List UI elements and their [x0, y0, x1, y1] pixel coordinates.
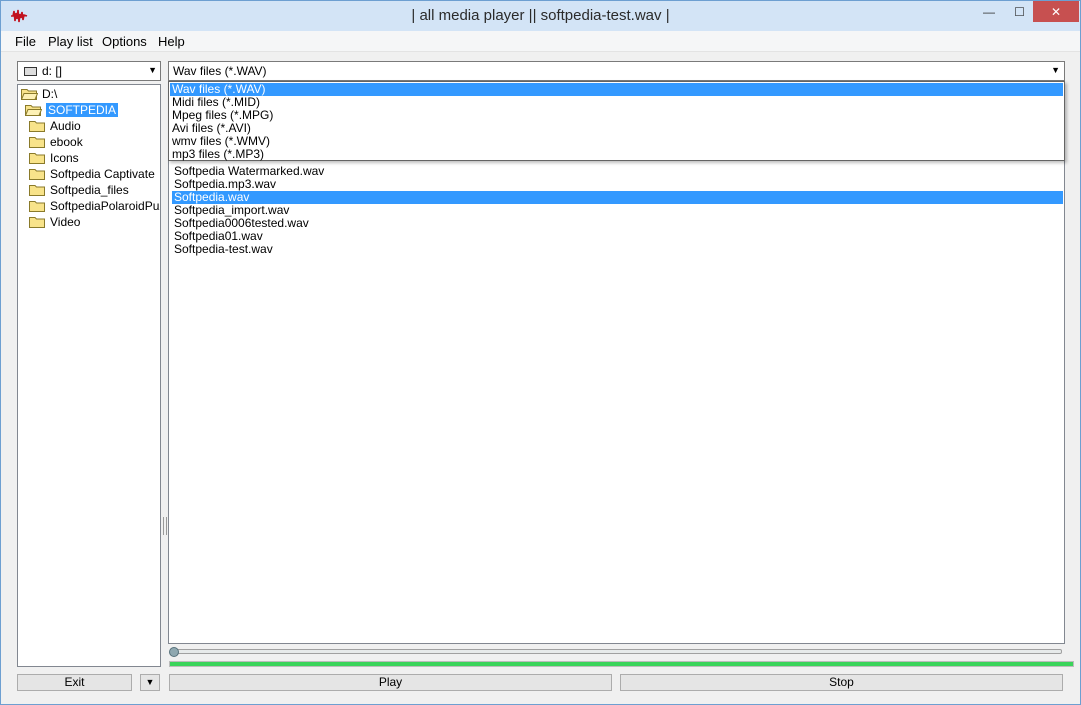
file-type-option[interactable]: mp3 files (*.MP3) [170, 148, 1063, 161]
folder-icon [29, 169, 45, 180]
close-button[interactable]: ✕ [1033, 1, 1079, 22]
folder-open-icon [21, 89, 38, 100]
folder-icon [29, 201, 45, 212]
progress-bar [169, 661, 1074, 667]
tree-item-label: D:\ [42, 87, 58, 101]
menu-file[interactable]: File [15, 34, 36, 49]
file-type-option[interactable]: Avi files (*.AVI) [170, 122, 1063, 135]
window-title: | all media player || softpedia-test.wav… [411, 7, 670, 24]
tree-item-label: Video [50, 215, 81, 229]
folder-icon [29, 153, 45, 164]
play-button[interactable]: Play [169, 674, 612, 691]
seek-thumb[interactable] [169, 647, 179, 657]
file-row[interactable]: Softpedia01.wav [172, 230, 1063, 243]
file-type-option[interactable]: Wav files (*.WAV) [170, 83, 1063, 96]
maximize-button[interactable]: ☐ [1006, 1, 1033, 22]
file-row[interactable]: Softpedia.wav [172, 191, 1063, 204]
menu-options[interactable]: Options [102, 34, 147, 49]
tree-item-label: SOFTPEDIA [46, 103, 119, 117]
folder-icon [29, 185, 45, 196]
tree-item-label: SoftpediaPolaroidPuzzle [50, 199, 160, 213]
folder-tree[interactable]: D:\ SOFTPEDIA Audio ebook Icons Softpedia Cap… [17, 84, 161, 667]
app-window: | all media player || softpedia-test.wav… [0, 0, 1081, 705]
tree-item[interactable]: ebook [29, 134, 83, 150]
file-type-option[interactable]: Mpeg files (*.MPG) [170, 109, 1063, 122]
file-type-option[interactable]: wmv files (*.WMV) [170, 135, 1063, 148]
drive-select[interactable]: d: [] ▼ [17, 61, 161, 81]
folder-open-icon [25, 105, 42, 116]
file-type-select[interactable]: Wav files (*.WAV) ▼ [168, 61, 1065, 81]
drive-icon [24, 67, 37, 76]
minimize-button[interactable]: — [972, 1, 1006, 22]
menu-help[interactable]: Help [158, 34, 185, 49]
tree-item[interactable]: D:\ [21, 86, 57, 102]
folder-icon [29, 217, 45, 228]
file-row[interactable]: Softpedia Watermarked.wav [172, 165, 1063, 178]
folder-icon [29, 121, 45, 132]
tree-item[interactable]: Audio [29, 118, 81, 134]
tree-item-label: Audio [50, 119, 81, 133]
exit-menu-button[interactable]: ▼ [140, 674, 160, 691]
tree-item[interactable]: Video [29, 214, 80, 230]
tree-item-label: Icons [50, 151, 79, 165]
seek-slider[interactable] [169, 646, 1064, 658]
splitter-handle[interactable] [163, 517, 167, 535]
seek-track [173, 649, 1062, 654]
exit-button[interactable]: Exit [17, 674, 132, 691]
tree-item-label: ebook [50, 135, 83, 149]
tree-item[interactable]: Softpedia Captivate [29, 166, 155, 182]
progress-fill [170, 662, 1073, 666]
tree-item-label: Softpedia Captivate [50, 167, 155, 181]
title-bar[interactable]: | all media player || softpedia-test.wav… [1, 1, 1080, 31]
tree-item[interactable]: Icons [29, 150, 79, 166]
file-list[interactable]: Softpedia Watermarked.wav Softpedia.mp3.w… [168, 84, 1065, 644]
drive-label: d: [] [42, 64, 63, 78]
folder-icon [29, 137, 45, 148]
tree-item[interactable]: SoftpediaPolaroidPuzzle [29, 198, 160, 214]
file-type-value: Wav files (*.WAV) [173, 64, 267, 78]
file-row[interactable]: Softpedia-test.wav [172, 243, 1063, 256]
stop-button[interactable]: Stop [620, 674, 1063, 691]
tree-item-label: Softpedia_files [50, 183, 129, 197]
file-type-option[interactable]: Midi files (*.MID) [170, 96, 1063, 109]
file-row[interactable]: Softpedia0006tested.wav [172, 217, 1063, 230]
chevron-down-icon: ▼ [148, 65, 157, 75]
tree-item[interactable]: SOFTPEDIA [25, 102, 119, 118]
chevron-down-icon: ▼ [1051, 65, 1060, 75]
file-type-dropdown[interactable]: Wav files (*.WAV) Midi files (*.MID) Mpeg … [168, 81, 1065, 161]
tree-item[interactable]: Softpedia_files [29, 182, 129, 198]
file-row[interactable]: Softpedia.mp3.wav [172, 178, 1063, 191]
menu-bar: File Play list Options Help [1, 31, 1080, 52]
menu-play-list[interactable]: Play list [48, 34, 93, 49]
